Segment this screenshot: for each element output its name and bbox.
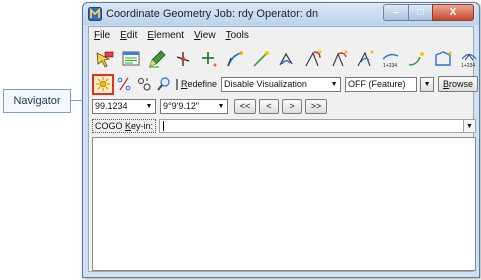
station-offset-icon[interactable]: 1+234 (456, 47, 481, 71)
list-dialog-icon[interactable] (118, 47, 144, 71)
chevron-down-icon: ▼ (423, 80, 431, 88)
chevron-down-icon: ▼ (217, 102, 225, 110)
redefine-label: Redefine (181, 79, 217, 89)
keyin-label: COGO Key-in: (92, 119, 157, 133)
last-button[interactable]: >> (305, 98, 327, 114)
navigator-icon[interactable] (92, 73, 114, 95)
navigator-callout-label: Navigator (13, 95, 61, 107)
angle-select[interactable]: 9°9'9.12" ▼ (160, 98, 228, 114)
coordinate-select[interactable]: 99.1234 ▼ (92, 98, 156, 114)
visualization-select[interactable]: Disable Visualization ▼ (221, 76, 342, 92)
keyin-input[interactable] (159, 119, 464, 133)
feature-select[interactable]: OFF (Feature) (345, 76, 418, 92)
coordinate-select-value: 99.1234 (95, 101, 128, 111)
value-row: 99.1234 ▼ 9°9'9.12" ▼ << < > >> (92, 97, 476, 115)
spiral-station-icon[interactable]: 1+234 (378, 47, 404, 71)
keyin-history-dropdown[interactable]: ▼ (464, 119, 476, 133)
menu-file[interactable]: File (89, 28, 115, 44)
browse-button[interactable]: Browse (438, 76, 479, 92)
feature-select-value: OFF (Feature) (348, 79, 406, 89)
navigator-toolbar: Redefine Disable Visualization ▼ OFF (Fe… (92, 73, 479, 95)
arc-tangent-icon[interactable] (326, 47, 352, 71)
first-button-label: << (239, 101, 251, 111)
keyin-label-post: ey-in: (131, 121, 154, 131)
last-button-label: >> (310, 101, 322, 111)
chevron-down-icon: ▼ (330, 80, 338, 88)
feature-dropdown-button[interactable]: ▼ (420, 76, 435, 92)
angle-select-value: 9°9'9.12" (163, 101, 200, 111)
browse-label: rowse (449, 79, 474, 89)
curve-tangent-icon[interactable] (300, 47, 326, 71)
cogo-toolbar: 1+234 1+234 (92, 46, 477, 72)
next-button-label: > (289, 101, 295, 111)
menu-tools[interactable]: Tools (221, 28, 254, 44)
visualization-select-value: Disable Visualization (224, 79, 307, 89)
chevron-down-icon: ▼ (466, 122, 473, 130)
station-label-2: 1+234 (461, 63, 475, 69)
curve-arc-icon[interactable] (222, 47, 248, 71)
close-button[interactable]: X (432, 4, 474, 21)
menu-bar: File Edit Element View Tools (89, 28, 254, 44)
chevron-down-icon: ▼ (145, 102, 153, 110)
menu-element-label: lement (154, 30, 185, 41)
navigator-callout: Navigator (3, 89, 71, 113)
cogo-window: Coordinate Geometry Job: rdy Operator: d… (82, 2, 480, 278)
close-icon: X (449, 7, 457, 18)
minimize-icon: – (393, 7, 399, 18)
magnifier-icon[interactable] (154, 74, 174, 94)
curve-offset-icon[interactable] (352, 47, 378, 71)
text-caret (163, 121, 165, 131)
menu-edit-mnemonic: E (120, 30, 127, 41)
edit-pencil-icon[interactable] (144, 47, 170, 71)
window-controls: – □ X (383, 4, 474, 21)
arc-point-icon[interactable] (274, 47, 300, 71)
previous-button-label: < (266, 101, 272, 111)
percent-tool-icon[interactable] (114, 74, 134, 94)
first-button[interactable]: << (234, 98, 256, 114)
menu-view-label: iew (200, 30, 216, 41)
line-point-icon[interactable] (248, 47, 274, 71)
window-title: Coordinate Geometry Job: rdy Operator: d… (106, 8, 319, 20)
minimize-button[interactable]: – (383, 4, 409, 21)
menu-edit[interactable]: Edit (115, 28, 142, 44)
locate-cogo-icon[interactable] (134, 74, 154, 94)
next-button[interactable]: > (282, 98, 302, 114)
add-point-icon[interactable] (196, 47, 222, 71)
select-element-icon[interactable] (92, 47, 118, 71)
window-client: File Edit Element View Tools 1+234 1+234… (88, 26, 479, 272)
menu-file-label: ile (100, 30, 111, 41)
cogo-app-icon (88, 7, 102, 21)
spiral-icon[interactable] (404, 47, 430, 71)
title-bar[interactable]: Coordinate Geometry Job: rdy Operator: d… (83, 3, 479, 25)
store-point-icon[interactable] (170, 47, 196, 71)
maximize-icon: □ (417, 7, 424, 18)
output-pane[interactable] (92, 137, 476, 271)
redefine-label-rest: edefine (187, 79, 218, 89)
menu-element[interactable]: Element (142, 28, 189, 44)
polygon-icon[interactable] (430, 47, 456, 71)
previous-button[interactable]: < (259, 98, 279, 114)
menu-tools-label: ools (230, 30, 249, 41)
station-label-1: 1+234 (383, 63, 397, 69)
keyin-row: COGO Key-in: ▼ (92, 118, 476, 134)
menu-edit-label: dit (126, 30, 138, 41)
redefine-checkbox[interactable] (176, 78, 178, 90)
menu-view[interactable]: View (189, 28, 221, 44)
keyin-label-pre: COGO (95, 121, 126, 131)
maximize-button[interactable]: □ (408, 4, 433, 21)
